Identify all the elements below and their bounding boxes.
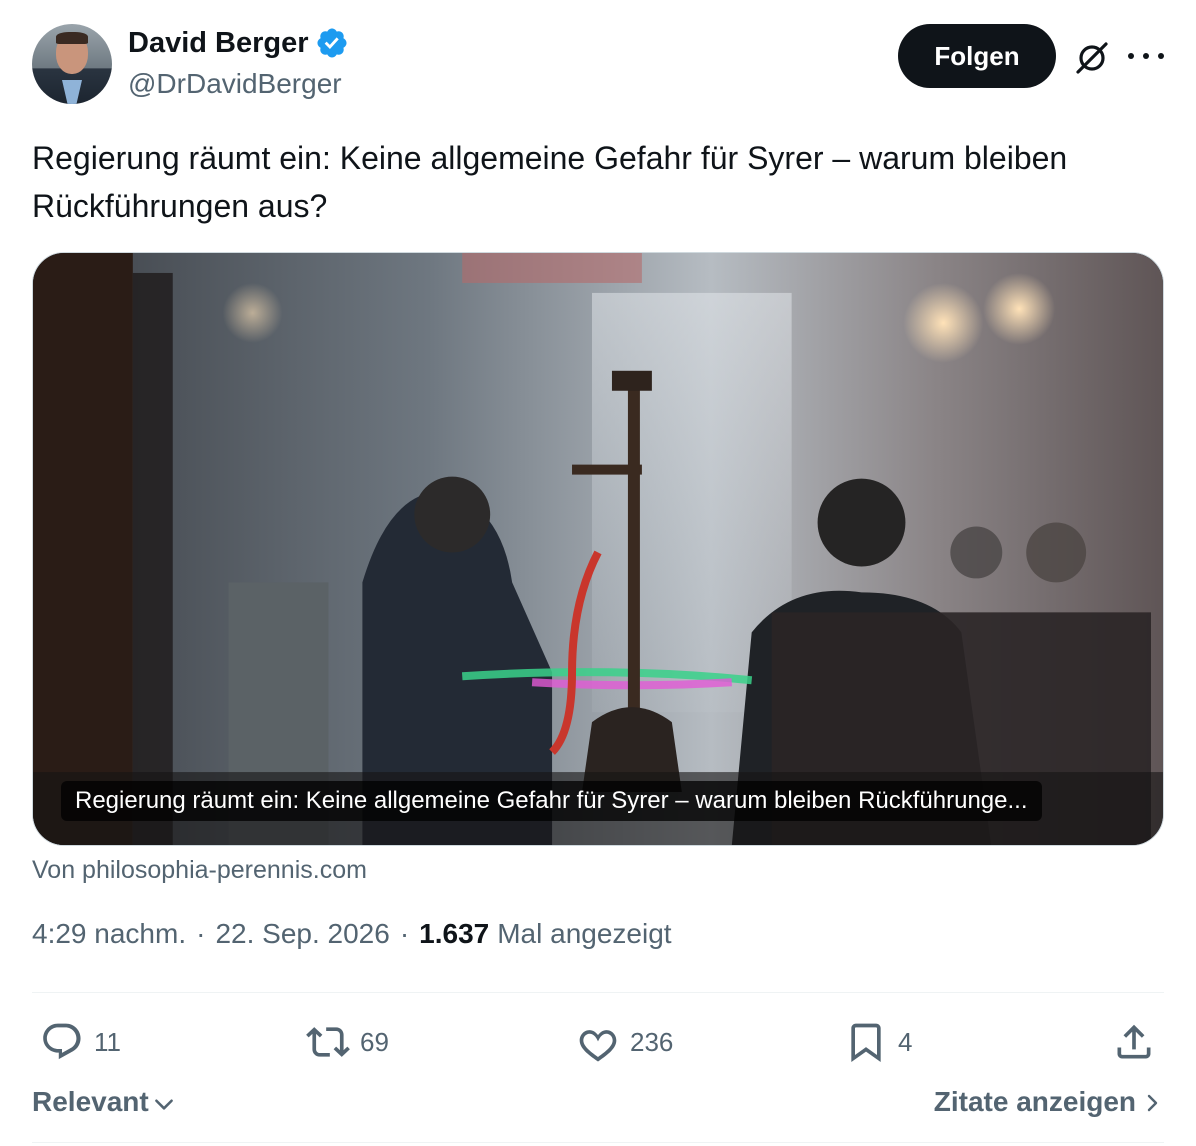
like-icon — [579, 1030, 617, 1062]
author-handle[interactable]: @DrDavidBerger — [128, 68, 342, 100]
card-image — [33, 253, 1163, 845]
repost-icon — [306, 1027, 350, 1057]
card-caption: Regierung räumt ein: Keine allgemeine Ge… — [61, 781, 1042, 821]
follow-button[interactable]: Folgen — [898, 24, 1056, 88]
card-source[interactable]: Von philosophia-perennis.com — [32, 856, 367, 885]
share-button[interactable] — [1112, 1020, 1156, 1064]
share-icon — [1117, 1024, 1151, 1059]
verified-badge-icon — [316, 28, 347, 58]
views-count: 1.637 — [419, 918, 490, 949]
like-button[interactable]: 236 — [576, 1020, 673, 1064]
reply-button[interactable]: 11 — [40, 1020, 121, 1064]
tweet-meta: 4:29 nachm. · 22. Sep. 2026 · 1.637 Mal … — [32, 918, 672, 950]
divider — [32, 1142, 1164, 1143]
repost-count: 69 — [360, 1026, 389, 1057]
tweet-date[interactable]: 22. Sep. 2026 — [215, 918, 389, 950]
repost-button[interactable]: 69 — [306, 1020, 389, 1064]
sort-dropdown[interactable]: Relevant — [32, 1086, 177, 1118]
views-label: Mal angezeigt — [497, 918, 672, 949]
meta-separator: · — [399, 918, 410, 949]
chevron-down-icon — [154, 1099, 173, 1110]
meta-separator: · — [196, 918, 206, 949]
author-avatar[interactable] — [32, 24, 112, 104]
sort-label: Relevant — [32, 1086, 149, 1117]
link-card[interactable]: Regierung räumt ein: Keine allgemeine Ge… — [32, 252, 1164, 846]
grok-icon[interactable] — [1072, 38, 1112, 78]
divider — [32, 992, 1164, 993]
author-name-row[interactable]: David Berger — [128, 26, 349, 60]
bookmark-button[interactable]: 4 — [844, 1020, 912, 1064]
quotes-label: Zitate anzeigen — [933, 1086, 1136, 1117]
bookmark-icon — [851, 1023, 881, 1063]
like-count: 236 — [630, 1026, 674, 1057]
bookmark-count: 4 — [898, 1026, 913, 1057]
chevron-right-icon — [1147, 1094, 1158, 1112]
reply-icon — [43, 1023, 81, 1060]
author-display-name[interactable]: David Berger — [128, 27, 309, 60]
action-bar: 11 69 236 4 — [32, 1012, 1164, 1072]
more-icon[interactable] — [1128, 44, 1164, 68]
reply-count: 11 — [94, 1026, 121, 1057]
tweet-text: Regierung räumt ein: Keine allgemeine Ge… — [32, 140, 1068, 224]
tweet-time[interactable]: 4:29 nachm. — [32, 918, 186, 950]
view-quotes-link[interactable]: Zitate anzeigen — [934, 1086, 1164, 1118]
